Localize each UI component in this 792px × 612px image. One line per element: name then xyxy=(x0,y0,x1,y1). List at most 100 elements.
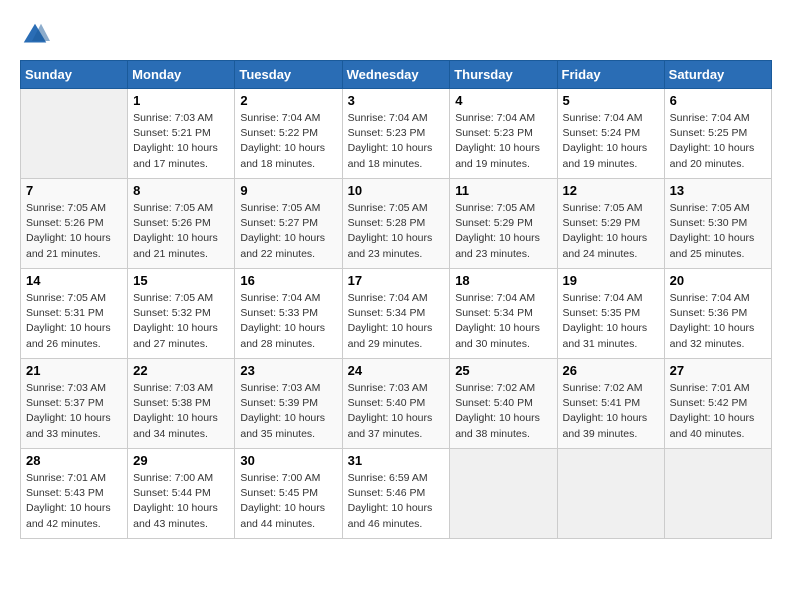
day-number: 11 xyxy=(455,183,551,198)
day-number: 14 xyxy=(26,273,122,288)
day-number: 6 xyxy=(670,93,766,108)
day-info: Sunrise: 7:01 AM Sunset: 5:42 PM Dayligh… xyxy=(670,381,766,442)
day-number: 4 xyxy=(455,93,551,108)
calendar-cell: 28 Sunrise: 7:01 AM Sunset: 5:43 PM Dayli… xyxy=(21,449,128,539)
day-info: Sunrise: 7:02 AM Sunset: 5:40 PM Dayligh… xyxy=(455,381,551,442)
day-number: 2 xyxy=(240,93,336,108)
logo-icon xyxy=(20,20,50,50)
day-number: 19 xyxy=(563,273,659,288)
calendar-cell: 17 Sunrise: 7:04 AM Sunset: 5:34 PM Dayli… xyxy=(342,269,450,359)
calendar-cell: 21Sunrise: 7:03 AM Sunset: 5:37 PM Dayli… xyxy=(21,359,128,449)
calendar-cell xyxy=(450,449,557,539)
day-number: 17 xyxy=(348,273,445,288)
calendar-week-row: 28 Sunrise: 7:01 AM Sunset: 5:43 PM Dayli… xyxy=(21,449,772,539)
day-info: Sunrise: 7:03 AM Sunset: 5:39 PM Dayligh… xyxy=(240,381,336,442)
day-info: Sunrise: 7:05 AM Sunset: 5:26 PM Dayligh… xyxy=(133,201,229,262)
day-info: Sunrise: 7:01 AM Sunset: 5:43 PM Dayligh… xyxy=(26,471,122,532)
column-header-tuesday: Tuesday xyxy=(235,61,342,89)
day-info: Sunrise: 7:02 AM Sunset: 5:41 PM Dayligh… xyxy=(563,381,659,442)
day-number: 25 xyxy=(455,363,551,378)
calendar-cell: 3 Sunrise: 7:04 AM Sunset: 5:23 PM Daylig… xyxy=(342,89,450,179)
calendar-cell: 19 Sunrise: 7:04 AM Sunset: 5:35 PM Dayli… xyxy=(557,269,664,359)
calendar-cell xyxy=(557,449,664,539)
day-number: 29 xyxy=(133,453,229,468)
day-info: Sunrise: 7:04 AM Sunset: 5:24 PM Dayligh… xyxy=(563,111,659,172)
day-info: Sunrise: 7:04 AM Sunset: 5:23 PM Dayligh… xyxy=(348,111,445,172)
day-info: Sunrise: 7:05 AM Sunset: 5:29 PM Dayligh… xyxy=(455,201,551,262)
day-number: 12 xyxy=(563,183,659,198)
calendar-cell: 24 Sunrise: 7:03 AM Sunset: 5:40 PM Dayli… xyxy=(342,359,450,449)
day-info: Sunrise: 7:04 AM Sunset: 5:25 PM Dayligh… xyxy=(670,111,766,172)
logo xyxy=(20,20,54,50)
day-info: Sunrise: 7:04 AM Sunset: 5:33 PM Dayligh… xyxy=(240,291,336,352)
day-info: Sunrise: 7:04 AM Sunset: 5:36 PM Dayligh… xyxy=(670,291,766,352)
calendar-week-row: 1 Sunrise: 7:03 AM Sunset: 5:21 PM Daylig… xyxy=(21,89,772,179)
calendar-table: SundayMondayTuesdayWednesdayThursdayFrid… xyxy=(20,60,772,539)
calendar-cell: 2 Sunrise: 7:04 AM Sunset: 5:22 PM Daylig… xyxy=(235,89,342,179)
day-info: Sunrise: 7:05 AM Sunset: 5:29 PM Dayligh… xyxy=(563,201,659,262)
day-number: 1 xyxy=(133,93,229,108)
day-number: 5 xyxy=(563,93,659,108)
calendar-cell: 5 Sunrise: 7:04 AM Sunset: 5:24 PM Daylig… xyxy=(557,89,664,179)
day-info: Sunrise: 7:05 AM Sunset: 5:31 PM Dayligh… xyxy=(26,291,122,352)
column-header-thursday: Thursday xyxy=(450,61,557,89)
day-info: Sunrise: 7:04 AM Sunset: 5:34 PM Dayligh… xyxy=(455,291,551,352)
calendar-cell: 10 Sunrise: 7:05 AM Sunset: 5:28 PM Dayli… xyxy=(342,179,450,269)
day-number: 7 xyxy=(26,183,122,198)
day-number: 22 xyxy=(133,363,229,378)
column-header-friday: Friday xyxy=(557,61,664,89)
calendar-cell: 7 Sunrise: 7:05 AM Sunset: 5:26 PM Daylig… xyxy=(21,179,128,269)
day-number: 20 xyxy=(670,273,766,288)
calendar-cell: 23 Sunrise: 7:03 AM Sunset: 5:39 PM Dayli… xyxy=(235,359,342,449)
day-info: Sunrise: 7:04 AM Sunset: 5:23 PM Dayligh… xyxy=(455,111,551,172)
day-number: 30 xyxy=(240,453,336,468)
day-info: Sunrise: 7:05 AM Sunset: 5:27 PM Dayligh… xyxy=(240,201,336,262)
day-number: 10 xyxy=(348,183,445,198)
calendar-cell: 14 Sunrise: 7:05 AM Sunset: 5:31 PM Dayli… xyxy=(21,269,128,359)
column-header-wednesday: Wednesday xyxy=(342,61,450,89)
day-info: Sunrise: 7:03 AM Sunset: 5:40 PM Dayligh… xyxy=(348,381,445,442)
day-info: Sunrise: 7:05 AM Sunset: 5:30 PM Dayligh… xyxy=(670,201,766,262)
day-number: 3 xyxy=(348,93,445,108)
day-info: Sunrise: 7:03 AM Sunset: 5:21 PM Dayligh… xyxy=(133,111,229,172)
day-number: 26 xyxy=(563,363,659,378)
day-number: 28 xyxy=(26,453,122,468)
calendar-week-row: 14 Sunrise: 7:05 AM Sunset: 5:31 PM Dayli… xyxy=(21,269,772,359)
day-number: 24 xyxy=(348,363,445,378)
calendar-cell: 27 Sunrise: 7:01 AM Sunset: 5:42 PM Dayli… xyxy=(664,359,771,449)
calendar-week-row: 7 Sunrise: 7:05 AM Sunset: 5:26 PM Daylig… xyxy=(21,179,772,269)
day-number: 15 xyxy=(133,273,229,288)
calendar-cell xyxy=(21,89,128,179)
day-number: 27 xyxy=(670,363,766,378)
calendar-cell: 22 Sunrise: 7:03 AM Sunset: 5:38 PM Dayli… xyxy=(128,359,235,449)
calendar-cell: 9Sunrise: 7:05 AM Sunset: 5:27 PM Daylig… xyxy=(235,179,342,269)
calendar-cell: 15 Sunrise: 7:05 AM Sunset: 5:32 PM Dayli… xyxy=(128,269,235,359)
day-info: Sunrise: 7:05 AM Sunset: 5:26 PM Dayligh… xyxy=(26,201,122,262)
day-number: 16 xyxy=(240,273,336,288)
day-info: Sunrise: 7:03 AM Sunset: 5:38 PM Dayligh… xyxy=(133,381,229,442)
page-header xyxy=(20,20,772,50)
day-number: 23 xyxy=(240,363,336,378)
calendar-cell xyxy=(664,449,771,539)
calendar-cell: 6 Sunrise: 7:04 AM Sunset: 5:25 PM Daylig… xyxy=(664,89,771,179)
calendar-cell: 1 Sunrise: 7:03 AM Sunset: 5:21 PM Daylig… xyxy=(128,89,235,179)
day-number: 13 xyxy=(670,183,766,198)
calendar-cell: 20 Sunrise: 7:04 AM Sunset: 5:36 PM Dayli… xyxy=(664,269,771,359)
calendar-cell: 26 Sunrise: 7:02 AM Sunset: 5:41 PM Dayli… xyxy=(557,359,664,449)
day-info: Sunrise: 7:05 AM Sunset: 5:28 PM Dayligh… xyxy=(348,201,445,262)
day-info: Sunrise: 7:00 AM Sunset: 5:45 PM Dayligh… xyxy=(240,471,336,532)
column-header-monday: Monday xyxy=(128,61,235,89)
calendar-header-row: SundayMondayTuesdayWednesdayThursdayFrid… xyxy=(21,61,772,89)
day-info: Sunrise: 7:04 AM Sunset: 5:35 PM Dayligh… xyxy=(563,291,659,352)
day-number: 21 xyxy=(26,363,122,378)
day-info: Sunrise: 7:05 AM Sunset: 5:32 PM Dayligh… xyxy=(133,291,229,352)
day-info: Sunrise: 7:04 AM Sunset: 5:34 PM Dayligh… xyxy=(348,291,445,352)
calendar-cell: 29Sunrise: 7:00 AM Sunset: 5:44 PM Dayli… xyxy=(128,449,235,539)
column-header-saturday: Saturday xyxy=(664,61,771,89)
calendar-cell: 4 Sunrise: 7:04 AM Sunset: 5:23 PM Daylig… xyxy=(450,89,557,179)
calendar-cell: 16 Sunrise: 7:04 AM Sunset: 5:33 PM Dayli… xyxy=(235,269,342,359)
calendar-week-row: 21Sunrise: 7:03 AM Sunset: 5:37 PM Dayli… xyxy=(21,359,772,449)
day-info: Sunrise: 7:04 AM Sunset: 5:22 PM Dayligh… xyxy=(240,111,336,172)
calendar-cell: 18Sunrise: 7:04 AM Sunset: 5:34 PM Dayli… xyxy=(450,269,557,359)
calendar-cell: 12 Sunrise: 7:05 AM Sunset: 5:29 PM Dayli… xyxy=(557,179,664,269)
